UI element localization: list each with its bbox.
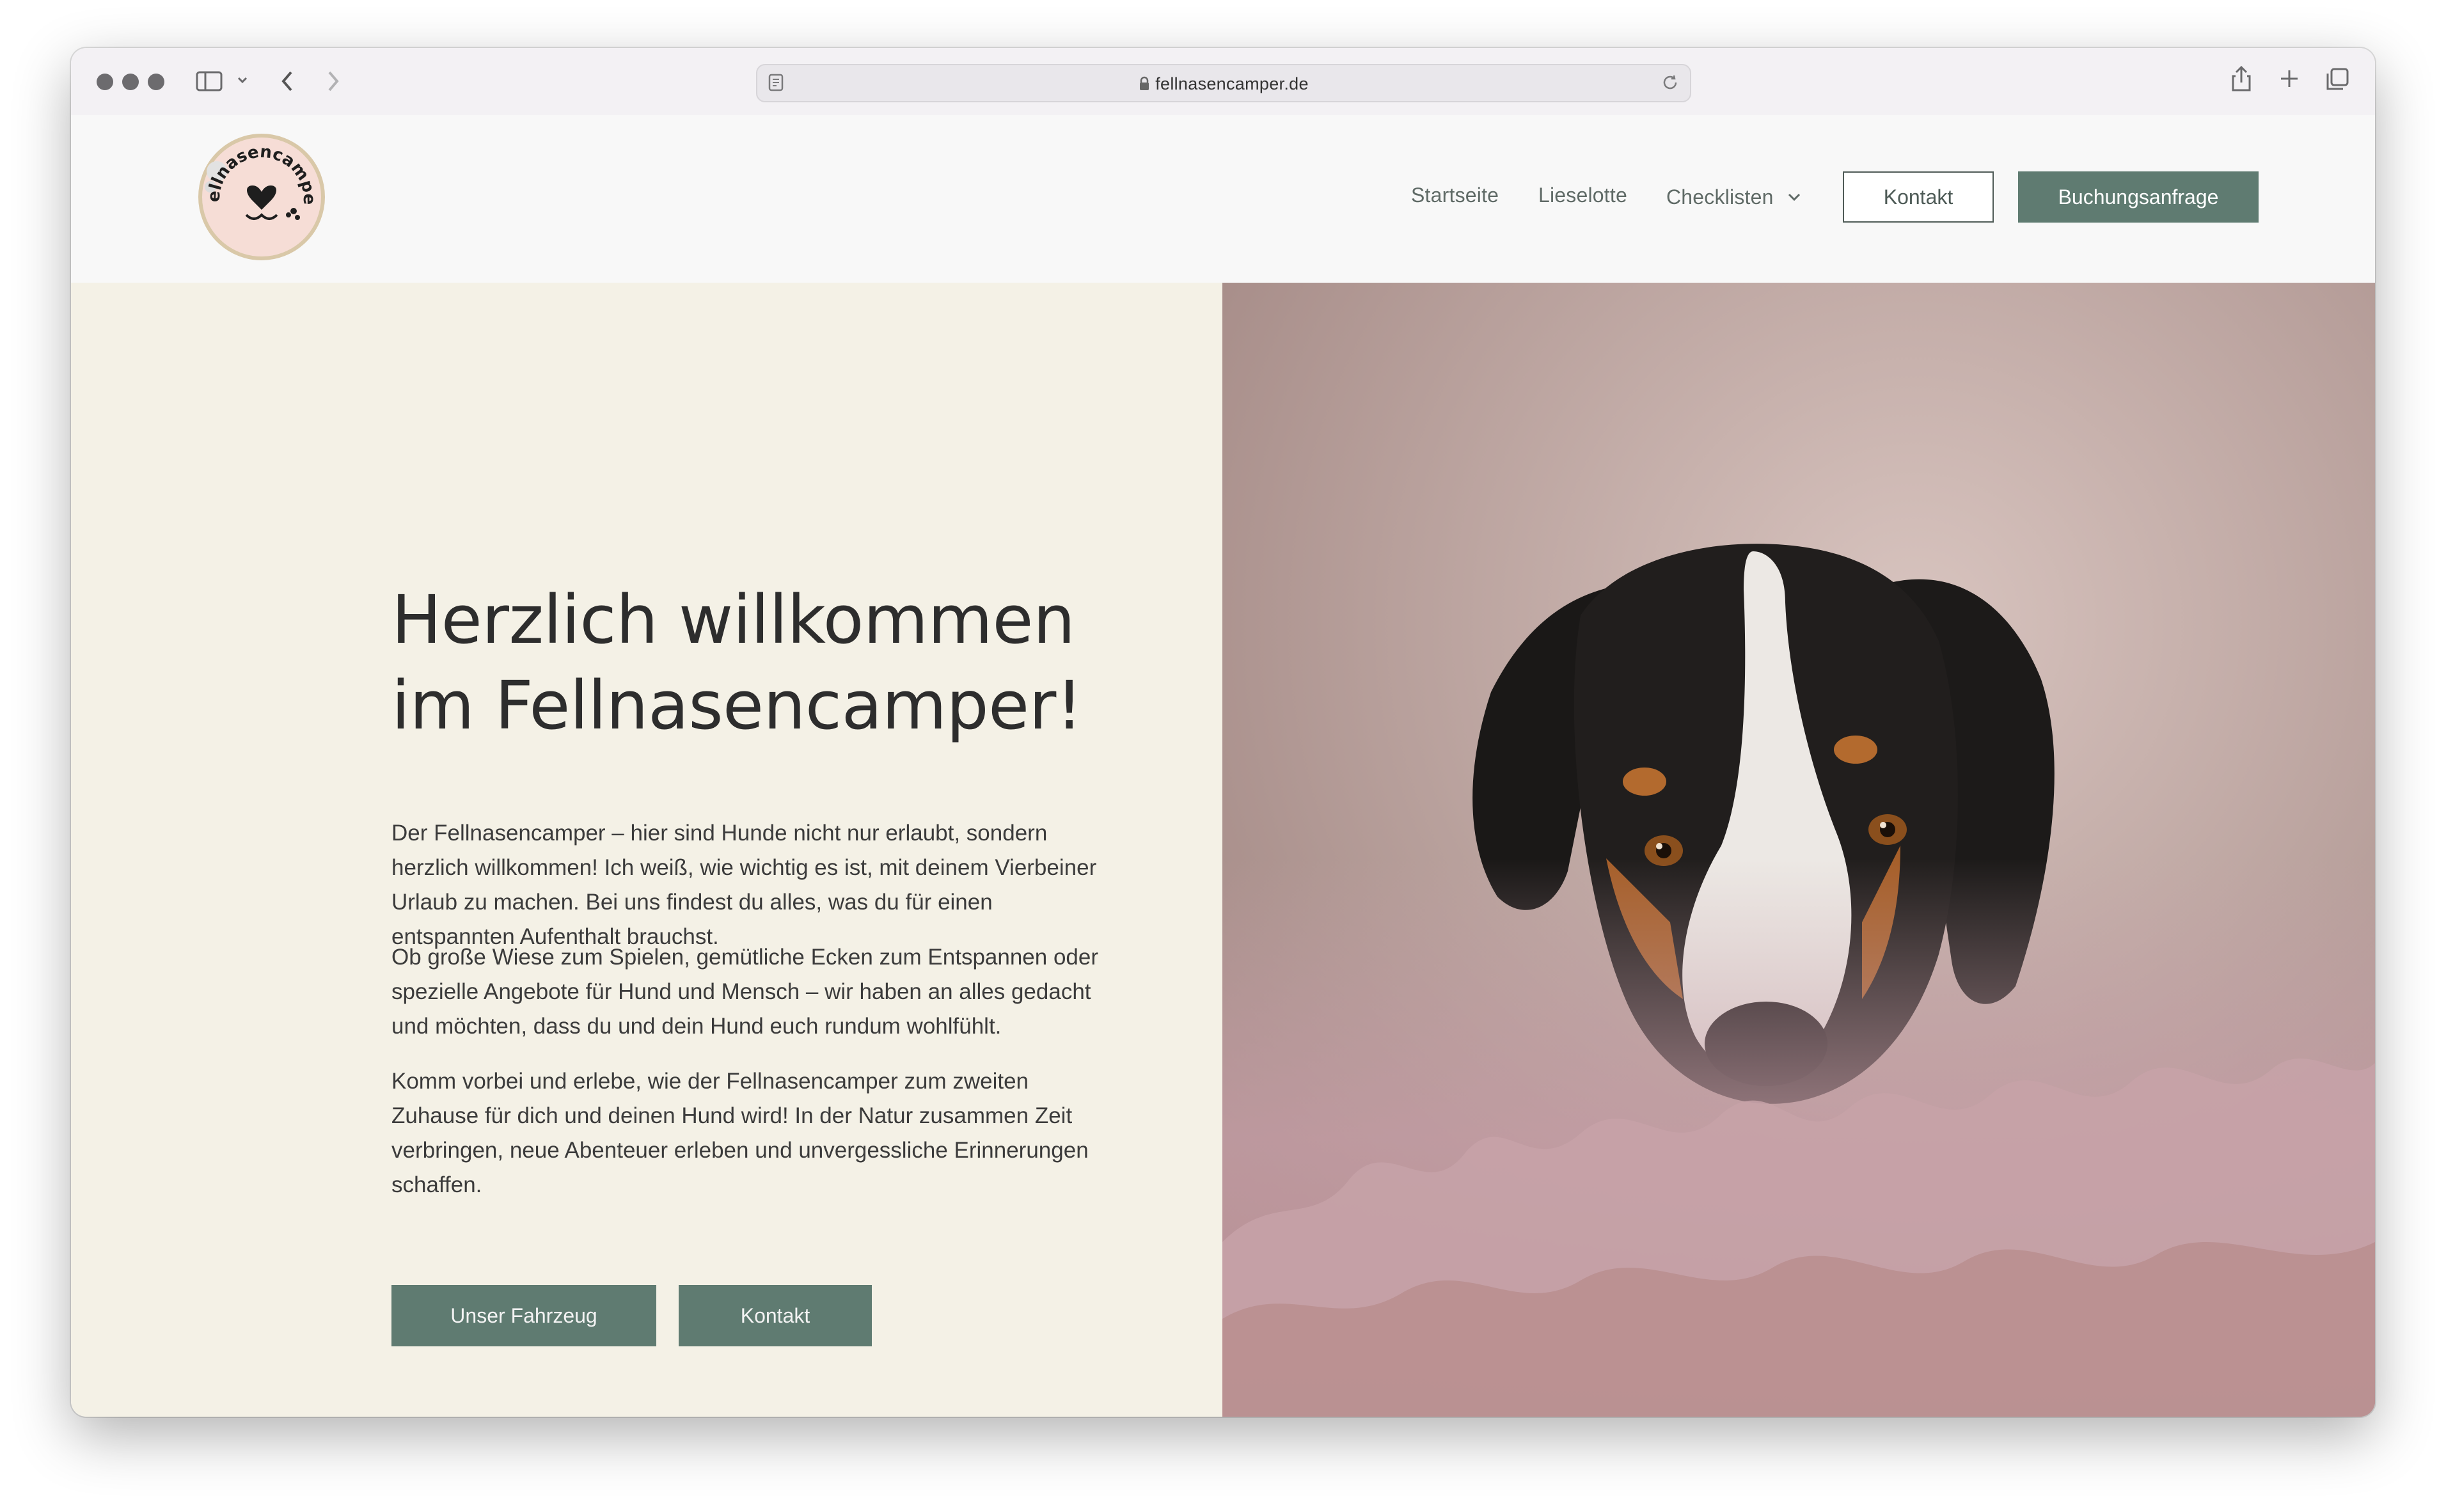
- hero-contact-button[interactable]: Kontakt: [679, 1285, 872, 1346]
- nav-checklisten-label: Checklisten: [1666, 185, 1774, 209]
- minimize-window-button[interactable]: [122, 74, 139, 90]
- nav-lieselotte[interactable]: Lieselotte: [1538, 184, 1627, 207]
- hero-paragraph-1: Der Fellnasencamper – hier sind Hunde ni…: [391, 821, 1097, 949]
- browser-toolbar: fellnasencamper.de: [71, 48, 2375, 116]
- dog-photo: [1222, 283, 2375, 1417]
- hero-title-line2: im Fellnasencamper!: [391, 666, 1083, 744]
- hero-text-section: Herzlich willkommen im Fellnasencamper! …: [71, 283, 1222, 1417]
- chevron-down-icon: [1787, 184, 1801, 207]
- sidebar-toggle-icon[interactable]: [196, 70, 223, 96]
- nav-startseite[interactable]: Startseite: [1411, 184, 1499, 207]
- url-text: fellnasencamper.de: [757, 74, 1690, 96]
- our-vehicle-button[interactable]: Unser Fahrzeug: [391, 1285, 656, 1346]
- browser-window: fellnasencamper.de ellnasencampe Startse…: [71, 48, 2375, 1417]
- booking-request-button[interactable]: Buchungsanfrage: [2018, 171, 2259, 223]
- back-icon[interactable]: [278, 68, 297, 97]
- hero-paragraph-2: Ob große Wiese zum Spielen, gemütliche E…: [391, 945, 1099, 1039]
- forward-icon[interactable]: [323, 68, 342, 97]
- header-contact-button[interactable]: Kontakt: [1843, 171, 1994, 223]
- chevron-down-icon[interactable]: [236, 74, 249, 90]
- hero-title: Herzlich willkommen im Fellnasencamper!: [391, 577, 1159, 748]
- url-label: fellnasencamper.de: [1155, 74, 1309, 93]
- share-icon[interactable]: [2230, 65, 2252, 96]
- fellnasencamper-logo[interactable]: Fellnasencamper: [189, 114, 329, 265]
- site-header: Fellnasencamper Startseite Lieselotte Ch…: [71, 114, 2375, 285]
- close-window-button[interactable]: [97, 74, 113, 90]
- lock-icon: [1139, 76, 1150, 96]
- hero-paragraph-3: Komm vorbei und erlebe, wie der Fellnase…: [391, 1069, 1089, 1197]
- hero-title-line1: Herzlich willkommen: [391, 581, 1075, 659]
- new-tab-icon[interactable]: [2279, 68, 2300, 92]
- reload-icon[interactable]: [1661, 73, 1680, 95]
- maximize-window-button[interactable]: [148, 74, 164, 90]
- nav-checklisten[interactable]: Checklisten: [1666, 184, 1801, 209]
- tab-overview-icon[interactable]: [2325, 67, 2349, 95]
- address-bar[interactable]: fellnasencamper.de: [756, 64, 1691, 102]
